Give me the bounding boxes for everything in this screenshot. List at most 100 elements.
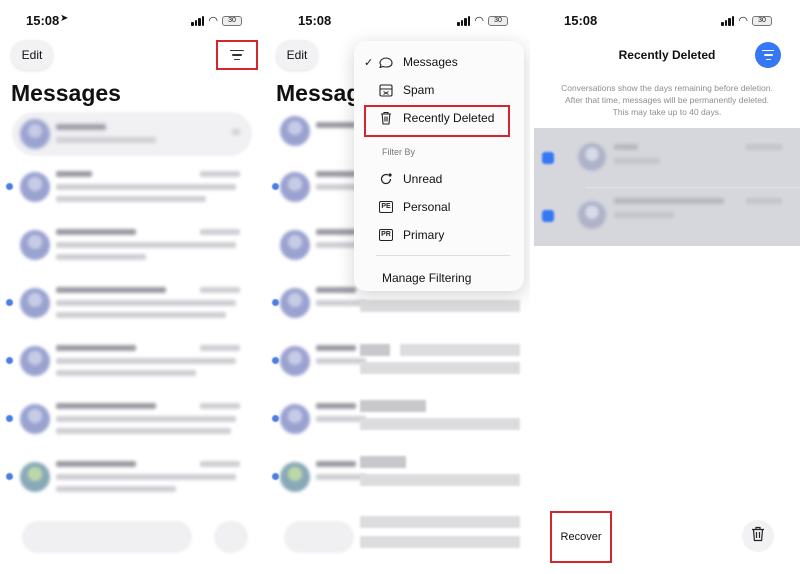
filter-by-heading: Filter By [382, 147, 416, 157]
unread-refresh-icon [378, 171, 394, 187]
conversation-row[interactable] [276, 112, 366, 152]
wifi-icon: ◠ [474, 15, 484, 27]
edit-button[interactable]: Edit [276, 40, 318, 70]
deleted-conversation-row[interactable] [534, 130, 800, 188]
conversation-row[interactable] [272, 284, 366, 324]
messages-screen: 15:08 ➤ ◠ 30 Edit Messages [0, 0, 264, 574]
menu-item-spam[interactable]: Spam [354, 77, 524, 103]
unread-dot [272, 357, 279, 364]
avatar [280, 172, 310, 202]
avatar [20, 404, 50, 434]
menu-item-personal[interactable]: PE Personal [354, 194, 524, 220]
search-bar[interactable] [22, 521, 192, 553]
wifi-icon: ◠ [208, 15, 218, 27]
conversation-row[interactable] [6, 342, 252, 382]
status-time: 15:08 [298, 13, 332, 28]
status-time: 15:08 [564, 13, 598, 28]
conversation-row[interactable] [276, 226, 366, 266]
filter-lines-icon [762, 49, 774, 61]
cellular-signal-icon [191, 15, 205, 26]
status-time: 15:08 [26, 13, 60, 28]
recently-deleted-screen: 15:08 ◠ 30 Recently Deleted Conversation… [534, 0, 800, 574]
page-title: Messag [276, 80, 361, 106]
location-arrow-icon: ➤ [60, 13, 69, 24]
status-bar: 15:08 ◠ 30 [534, 0, 800, 40]
avatar [20, 172, 50, 202]
deleted-conversation-row[interactable] [534, 188, 800, 242]
unread-dot [272, 415, 279, 422]
spam-tray-icon [378, 82, 394, 98]
primary-badge-icon: PR [378, 227, 394, 243]
menu-item-primary[interactable]: PR Primary [354, 222, 524, 248]
conversation-row[interactable] [272, 168, 366, 208]
blurred-content [360, 296, 520, 566]
avatar [280, 404, 310, 434]
deleted-conversations-list [534, 128, 800, 246]
unread-dot [272, 299, 279, 306]
unread-dot [6, 357, 13, 364]
menu-label: Primary [403, 228, 445, 242]
conversation-row[interactable] [272, 400, 366, 440]
unread-dot [272, 473, 279, 480]
checkmark-icon: ✓ [364, 56, 374, 69]
pinned-conversation[interactable] [12, 112, 252, 156]
avatar [280, 230, 310, 260]
menu-label: Messages [403, 55, 458, 69]
avatar [20, 462, 50, 492]
highlight-box [364, 105, 510, 137]
menu-label: Personal [403, 200, 451, 214]
conversation-row[interactable] [6, 168, 252, 208]
conversation-row[interactable] [10, 226, 252, 266]
selection-checkbox[interactable] [542, 152, 554, 164]
filter-lines-icon [230, 49, 244, 61]
menu-item-manage-filtering[interactable]: Manage Filtering [354, 265, 524, 291]
conversation-row[interactable] [272, 458, 366, 498]
avatar [20, 119, 50, 149]
avatar [20, 288, 50, 318]
avatar [20, 230, 50, 260]
cellular-signal-icon [457, 15, 471, 26]
filter-button[interactable] [755, 42, 781, 68]
wifi-icon: ◠ [738, 15, 748, 27]
chat-bubbles-icon [378, 54, 394, 70]
unread-dot [6, 299, 13, 306]
selection-checkbox[interactable] [542, 210, 554, 222]
trash-icon [751, 526, 765, 547]
menu-item-messages[interactable]: ✓ Messages [354, 49, 524, 75]
menu-item-unread[interactable]: Unread [354, 166, 524, 192]
edit-button[interactable]: Edit [11, 40, 53, 70]
status-bar: 15:08 ➤ ◠ 30 [0, 0, 264, 40]
conversation-row[interactable] [6, 400, 252, 440]
menu-label: Unread [403, 172, 443, 186]
avatar [578, 201, 606, 229]
deletion-info-text: Conversations show the days remaining be… [561, 83, 773, 117]
avatar [578, 143, 606, 171]
cellular-signal-icon [721, 15, 735, 26]
conversation-row[interactable] [6, 284, 252, 324]
avatar [280, 346, 310, 376]
avatar [280, 462, 310, 492]
avatar [20, 346, 50, 376]
recover-highlight: Recover [550, 511, 612, 563]
menu-divider [376, 255, 510, 256]
filter-dropdown-menu: ✓ Messages Spam Recently Deleted Filter … [354, 41, 524, 291]
filter-menu-screen: 15:08 ◠ 30 Edit Messag ✓ Messages Spam R… [268, 0, 530, 574]
conversation-row[interactable] [6, 458, 252, 498]
unread-dot [272, 183, 279, 190]
avatar [280, 288, 310, 318]
personal-badge-icon: PE [378, 199, 394, 215]
search-bar[interactable] [284, 521, 354, 553]
battery-icon: 30 [752, 15, 772, 26]
delete-button[interactable] [742, 520, 774, 552]
page-title: Messages [11, 80, 121, 106]
unread-dot [6, 415, 13, 422]
menu-label: Manage Filtering [382, 271, 472, 285]
status-bar: 15:08 ◠ 30 [268, 0, 530, 40]
recover-button[interactable]: Recover [561, 531, 602, 543]
battery-icon: 30 [222, 15, 242, 26]
filter-button[interactable] [216, 40, 258, 70]
avatar [280, 116, 310, 146]
compose-button[interactable] [214, 521, 248, 553]
menu-label: Spam [403, 83, 435, 97]
conversation-row[interactable] [272, 342, 366, 382]
